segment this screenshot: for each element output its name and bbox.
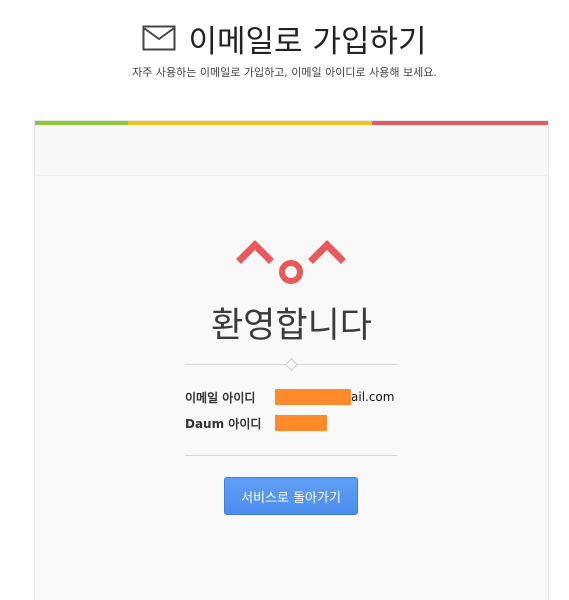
signup-complete-page: 이메일로 가입하기 자주 사용하는 이메일로 가입하고, 이메일 아이디로 사용…: [0, 0, 569, 600]
title-row: 이메일로 가입하기: [0, 16, 569, 60]
page-title: 이메일로 가입하기: [188, 23, 427, 60]
happy-face-icon: [236, 240, 346, 284]
mail-icon: [142, 25, 176, 51]
daum-id-row: Daum 아이디: [185, 414, 327, 432]
email-id-label: 이메일 아이디: [185, 390, 256, 405]
email-id-row: 이메일 아이디 ail.com: [185, 388, 394, 406]
return-to-service-button[interactable]: 서비스로 돌아가기: [224, 477, 358, 515]
email-id-visible-suffix: ail.com: [351, 390, 395, 404]
welcome-heading: 환영합니다: [210, 306, 372, 346]
daum-id-redaction: [275, 415, 327, 431]
daum-id-label: Daum 아이디: [185, 416, 262, 431]
card-top-band: [35, 125, 548, 175]
bottom-divider: [185, 455, 397, 456]
email-id-redaction: [275, 389, 351, 405]
page-subtitle: 자주 사용하는 이메일로 가입하고, 이메일 아이디로 사용해 보세요.: [132, 66, 437, 79]
welcome-card: 환영합니다 이메일 아이디 ail.com Daum 아이디 서비스로 돌아가기: [35, 121, 548, 600]
